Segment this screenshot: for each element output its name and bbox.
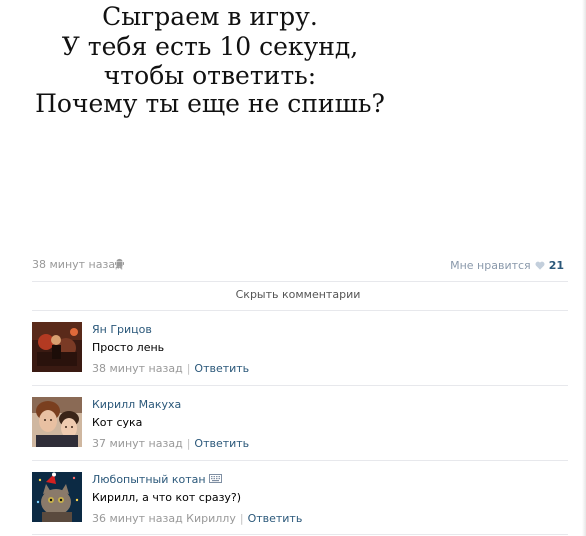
comment-text: Просто лень	[92, 341, 165, 354]
comment-author[interactable]: Ян Грицов	[92, 323, 152, 336]
comment-text: Кирилл, а что кот сразу?)	[92, 491, 242, 504]
like-label: Мне нравится	[450, 258, 531, 272]
comment-meta: 38 минут назад | Ответить	[92, 362, 249, 375]
keyboard-icon	[208, 474, 222, 483]
android-icon	[115, 258, 124, 269]
hide-comments-link[interactable]: Скрыть комментарии	[32, 288, 564, 304]
comment-text: Кот сука	[92, 416, 143, 429]
comment-meta: 37 минут назад | Ответить	[92, 437, 249, 450]
wall-post: Сыграем в игру. У тебя есть 10 секунд, ч…	[0, 0, 586, 536]
avatar[interactable]	[32, 397, 82, 447]
heart-icon	[535, 261, 545, 270]
comment-timestamp[interactable]: 36 минут назад Кириллу	[92, 512, 236, 525]
comment-author[interactable]: Любопытный котан	[92, 473, 222, 486]
like-button[interactable]: Мне нравится 21	[450, 257, 564, 273]
divider	[32, 460, 568, 461]
post-footer: 38 минут назад Мне нравится 21	[32, 257, 564, 273]
avatar[interactable]	[32, 322, 82, 372]
comment: Кирилл Макуха Кот сука 37 минут назад | От…	[32, 397, 568, 457]
divider	[32, 385, 568, 386]
divider	[32, 310, 568, 311]
comment: Ян Грицов Просто лень 38 минут назад | Отв…	[32, 322, 568, 382]
divider	[32, 534, 568, 535]
comment-timestamp[interactable]: 37 минут назад	[92, 437, 183, 450]
divider	[32, 281, 568, 282]
post-image-text-line: чтобы ответить:	[103, 61, 317, 90]
separator: |	[186, 437, 191, 450]
page-edge-shadow	[582, 0, 586, 536]
separator: |	[186, 362, 191, 375]
reply-link[interactable]: Ответить	[248, 512, 303, 525]
post-image[interactable]: Сыграем в игру. У тебя есть 10 секунд, ч…	[20, 0, 400, 240]
separator: |	[239, 512, 244, 525]
comment-timestamp[interactable]: 38 минут назад	[92, 362, 183, 375]
comment-meta: 36 минут назад Кириллу | Ответить	[92, 512, 302, 525]
reply-link[interactable]: Ответить	[194, 437, 249, 450]
avatar[interactable]	[32, 472, 82, 522]
post-image-text-line: Сыграем в игру.	[102, 2, 318, 31]
post-image-text-line: Почему ты еще не спишь?	[35, 89, 385, 118]
reply-link[interactable]: Ответить	[194, 362, 249, 375]
like-count: 21	[548, 258, 564, 272]
post-image-text-line: У тебя есть 10 секунд,	[61, 32, 359, 61]
comment-author-name: Любопытный котан	[92, 473, 206, 486]
post-timestamp[interactable]: 38 минут назад	[32, 258, 123, 271]
comment-author[interactable]: Кирилл Макуха	[92, 398, 181, 411]
comment: Любопытный котан Кирилл, а что кот сразу…	[32, 472, 568, 532]
